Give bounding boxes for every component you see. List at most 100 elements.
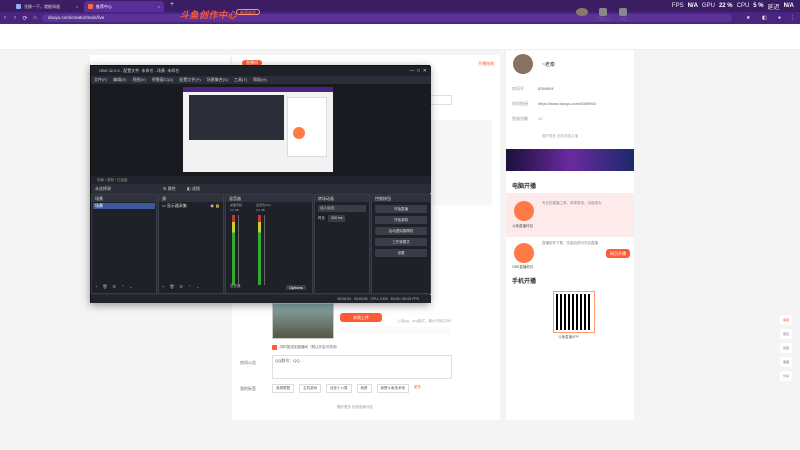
menu-view[interactable]: 视图(V) — [132, 77, 145, 83]
url-text: douyu.com/creator/main/live — [48, 15, 105, 20]
menu-help[interactable]: 帮助(H) — [253, 77, 267, 83]
menu-docks[interactable]: 停靠窗口(D) — [152, 77, 174, 83]
menu-icon[interactable]: ⋮ — [790, 15, 795, 21]
douyu-mascot-icon — [514, 201, 534, 221]
extension-icon[interactable]: ◧ — [762, 15, 767, 21]
menu-edit[interactable]: 编辑(E) — [113, 77, 126, 83]
room-id-label: 房间号 — [512, 86, 524, 91]
cpu-label: CPU — [736, 3, 750, 9]
username: ~老泰 — [542, 62, 555, 68]
eye-icon[interactable]: ◉ 🔒 — [210, 203, 222, 209]
chevron-up-icon[interactable]: ⌃ — [188, 284, 191, 289]
fps-label: FPS — [671, 3, 684, 9]
start-streaming-button[interactable]: 开始直播 — [375, 205, 427, 213]
trash-icon[interactable]: 🗑 — [102, 284, 107, 289]
home-icon[interactable]: ⌂ — [30, 15, 40, 21]
new-tab-icon[interactable]: + — [170, 1, 174, 8]
tag-chip[interactable]: 我是 — [356, 384, 372, 393]
web-live-button[interactable]: 网页开播 — [606, 249, 630, 258]
source-item[interactable]: ▭ 显示器采集 ◉ 🔒 — [160, 203, 222, 209]
volume-meter — [232, 215, 235, 285]
tag-chip[interactable]: 英雄联盟 — [272, 384, 294, 393]
cpu-usage: CPU: 0.5% — [370, 297, 388, 301]
close-icon[interactable]: × — [76, 4, 78, 9]
menu-profile[interactable]: 配置文件(P) — [179, 77, 200, 83]
notice-field[interactable]: QQ群号：QQ... — [272, 355, 452, 379]
volume-meter — [258, 215, 261, 285]
menu-file[interactable]: 文件(F) — [94, 77, 107, 83]
rail-service-button[interactable]: 客服 — [780, 315, 792, 325]
volume-fader[interactable] — [264, 215, 274, 285]
studio-mode-button[interactable]: 工作室模式 — [375, 238, 427, 246]
profile-card: ~老泰 房间号 8359954 房间链接 https://www.douyu.c… — [506, 50, 634, 420]
preview-capture — [183, 87, 333, 172]
perf-overlay: FPS N/A GPU 22 % CPU 5 % 延迟 N/A — [672, 1, 800, 11]
trash-icon[interactable]: 🗑 — [169, 284, 174, 289]
room-link-value[interactable]: https://www.douyu.com/8359954 — [538, 101, 596, 106]
guide-link[interactable]: 开播指南 — [478, 61, 494, 67]
rail-report-button[interactable]: 反馈 — [780, 343, 792, 353]
forward-icon[interactable]: › — [10, 15, 20, 21]
obs-preview[interactable] — [91, 84, 431, 176]
download-label: 下载中心 — [596, 17, 610, 21]
avatar[interactable] — [576, 8, 588, 16]
chevron-up-icon[interactable]: ⌃ — [121, 284, 124, 289]
settings-button[interactable]: 设置 — [375, 249, 427, 257]
cover-hint: 上传jpg，png格式，最大不超过5M — [397, 319, 451, 323]
window-controls[interactable]: — □ ✕ — [409, 66, 427, 76]
cover-image[interactable] — [272, 303, 334, 339]
star-icon[interactable]: ★ — [746, 15, 750, 21]
volume-fader[interactable] — [238, 215, 248, 285]
cover-hint-box — [340, 327, 450, 333]
menu-tools[interactable]: 工具(T) — [234, 77, 247, 83]
filters-button[interactable]: ◧ 滤镜 — [187, 184, 200, 193]
download-icon — [599, 8, 607, 16]
chevron-down-icon[interactable]: ⌄ — [129, 284, 132, 289]
reload-icon[interactable]: ⟳ — [20, 15, 30, 22]
app-qr-code — [553, 291, 595, 333]
tab-favicon-icon — [16, 4, 21, 9]
profile-icon[interactable]: ● — [778, 15, 781, 21]
rail-feedback-button[interactable]: 意见 — [780, 329, 792, 339]
chevron-down-icon[interactable]: ⌄ — [196, 284, 199, 289]
scenes-dock: 场景 场景 + 🗑 ⚙ ⌃ ⌄ — [91, 194, 157, 294]
avatar[interactable] — [513, 54, 533, 74]
add-icon[interactable]: + — [162, 284, 164, 289]
rail-share-button[interactable]: 分享 — [780, 371, 792, 381]
tag-chip[interactable]: 战至十六周 — [326, 384, 352, 393]
start-recording-button[interactable]: 开始录制 — [375, 216, 427, 224]
obs-statusbar: 00:00:00 00:00:00 CPU: 0.5% 60.00 / 60.0… — [91, 295, 431, 303]
tags-more-link[interactable]: 更多 — [414, 384, 421, 393]
tag-chip[interactable]: 我是斗鱼技术帝 — [376, 384, 409, 393]
duration-input[interactable]: 300 ms — [328, 215, 346, 222]
more-link[interactable]: 展开更多 回到旧版主播 — [542, 134, 578, 139]
options-button[interactable]: Options — [286, 285, 306, 290]
transition-select[interactable]: 淡入淡出 — [318, 205, 366, 212]
tag-chip[interactable]: 主机游戏 — [299, 384, 321, 393]
form-footer-link[interactable]: 展开更多 如何选择分区 — [337, 405, 373, 410]
upload-cover-button[interactable]: 本地上传 — [340, 313, 382, 322]
scenes-dock-footer: + 🗑 ⚙ ⌃ ⌄ — [95, 284, 133, 289]
gear-icon[interactable]: ⚙ — [179, 284, 183, 289]
promo-banner[interactable] — [506, 149, 634, 171]
fps-value: N/A — [687, 3, 698, 9]
close-icon[interactable]: × — [158, 4, 160, 9]
browser-tab-active[interactable]: 推荐中心 × — [84, 1, 164, 12]
properties-button[interactable]: ⚙ 属性 — [163, 184, 176, 193]
browser-toolbar: ‹ › ⟳ ⌂ douyu.com/creator/main/live ★ ◧ … — [0, 12, 800, 24]
menu-scene-collection[interactable]: 场景集合(S) — [207, 77, 228, 83]
gear-icon[interactable]: ⚙ — [112, 284, 116, 289]
virtual-camera-button[interactable]: 启动虚拟摄像机 — [375, 227, 427, 235]
scene-item[interactable]: 场景 — [93, 203, 155, 209]
download-center-button[interactable]: 下载中心 — [596, 8, 610, 22]
messages-button[interactable]: 消息 — [616, 8, 630, 22]
version-pill[interactable]: 新版体验 — [236, 9, 260, 15]
site-logo[interactable]: 斗鱼创作中心 — [180, 8, 237, 21]
browser-tab[interactable]: 兑换一下，就能知道 × — [12, 1, 82, 12]
obs-scene-bar: 场景 / 录制 / 已连接 — [91, 176, 431, 184]
rail-favorite-button[interactable]: 收藏 — [780, 357, 792, 367]
add-icon[interactable]: + — [95, 284, 97, 289]
push-checkbox[interactable] — [272, 345, 277, 350]
back-icon[interactable]: ‹ — [0, 15, 10, 21]
mixer-footer-label: 混音器 — [230, 284, 241, 288]
